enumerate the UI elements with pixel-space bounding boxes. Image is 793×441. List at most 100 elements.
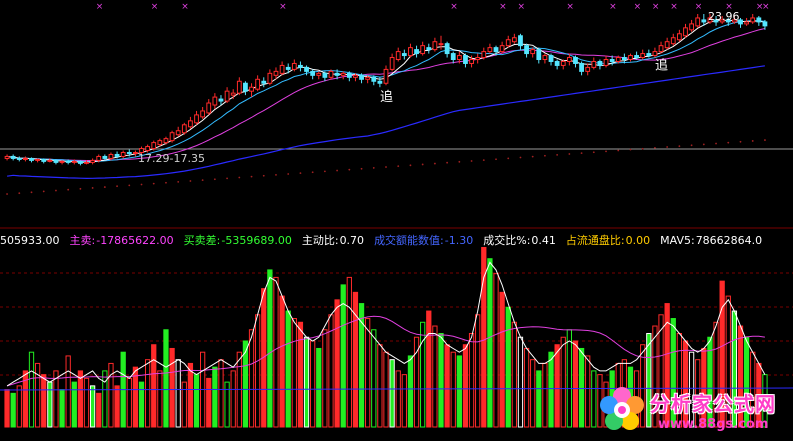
candle-body bbox=[151, 142, 157, 150]
indicator-mav5-label: MAV5: bbox=[660, 234, 695, 247]
candle-body bbox=[304, 66, 309, 72]
signal-marker: × bbox=[151, 2, 159, 12]
candle-body bbox=[615, 57, 621, 62]
long-ma-dot bbox=[287, 173, 290, 175]
chart-canvas[interactable]: 追追17.29-17.3523.96× × × × × × × × × × × × × × ××505933… bbox=[0, 0, 793, 441]
volume-bar bbox=[346, 276, 352, 428]
volume-bar bbox=[169, 347, 175, 428]
volume-bar bbox=[487, 258, 493, 428]
watermark-cn-text: 分析家公式网 bbox=[650, 392, 776, 416]
volume-bar bbox=[41, 374, 47, 428]
candle-body bbox=[481, 51, 487, 59]
volume-bar bbox=[224, 381, 230, 428]
volume-bar bbox=[114, 385, 120, 428]
volume-bar bbox=[193, 374, 200, 428]
candle-body bbox=[652, 51, 658, 57]
indicator-active-ratio-value: 0.70 bbox=[340, 234, 365, 247]
volume-bar bbox=[144, 359, 151, 428]
long-ma-dot bbox=[739, 140, 742, 143]
volume-bar bbox=[303, 336, 310, 428]
volume-bar bbox=[401, 374, 407, 428]
volume-bar bbox=[34, 362, 41, 428]
range-label: 17.29-17.35 bbox=[138, 152, 205, 165]
candle-body bbox=[383, 68, 389, 84]
candle-body bbox=[401, 53, 407, 57]
volume-bar bbox=[426, 310, 432, 428]
signal-marker: × bbox=[652, 2, 660, 12]
candle-body bbox=[133, 151, 138, 154]
volume-bar bbox=[377, 344, 383, 428]
candle-body bbox=[573, 57, 578, 64]
candle-body bbox=[4, 155, 10, 159]
candle-body bbox=[145, 146, 151, 152]
candle-body bbox=[41, 158, 47, 162]
long-ma-dot bbox=[629, 148, 632, 151]
candle-body bbox=[310, 70, 316, 76]
volume-bar bbox=[10, 392, 16, 428]
long-ma-dot bbox=[617, 149, 620, 152]
volume-bar bbox=[175, 359, 181, 428]
candle-body bbox=[511, 37, 517, 43]
volume-bar bbox=[297, 321, 304, 428]
volume-bar bbox=[413, 336, 420, 428]
signal-marker: × bbox=[670, 2, 678, 12]
candle-body bbox=[621, 57, 627, 61]
long-ma-dot bbox=[727, 141, 730, 144]
signal-marker: × bbox=[181, 2, 189, 12]
signal-marker: × bbox=[695, 2, 703, 12]
candle-body bbox=[206, 102, 212, 114]
volume-bar bbox=[248, 329, 255, 428]
volume-bar bbox=[438, 333, 444, 428]
candle-body bbox=[181, 124, 187, 134]
candle-body bbox=[10, 155, 16, 159]
watermark-logo: 分析家公式网 www.88gs.com bbox=[598, 384, 793, 441]
candle-body bbox=[585, 66, 591, 72]
candle-body bbox=[744, 21, 750, 25]
volume-bar bbox=[316, 347, 322, 428]
volume-bar bbox=[420, 321, 426, 428]
candle-body bbox=[518, 35, 523, 47]
volume-bar bbox=[462, 344, 469, 428]
candle-body bbox=[566, 57, 572, 62]
stock-chart-window: 追追 17.29-17.35 23.96 × × × × × × × × × × × × × × × × 505933… bbox=[0, 0, 793, 441]
volume-bar bbox=[548, 351, 554, 428]
volume-bar bbox=[432, 325, 438, 428]
candle-body bbox=[188, 120, 193, 128]
long-ma-dot bbox=[152, 182, 155, 185]
volume-bar bbox=[71, 381, 77, 428]
volume-bar bbox=[340, 284, 346, 428]
candle-body bbox=[328, 70, 334, 78]
candle-body bbox=[444, 43, 450, 55]
candle-body bbox=[126, 151, 132, 154]
candle-body bbox=[579, 62, 584, 72]
candle-body bbox=[35, 158, 41, 161]
indicator-deal-amount-index-value: -1.30 bbox=[445, 234, 473, 247]
long-ma-dot bbox=[299, 172, 302, 175]
signal-marker: × bbox=[450, 2, 458, 12]
long-ma-dot bbox=[213, 178, 216, 181]
volume-bar bbox=[444, 344, 450, 428]
long-ma-dot bbox=[690, 144, 693, 147]
candle-body bbox=[285, 66, 291, 70]
candle-body bbox=[426, 47, 432, 51]
long-ma-dot bbox=[507, 157, 510, 160]
long-ma-dot bbox=[446, 161, 449, 164]
candle-body bbox=[695, 17, 701, 27]
indicator-deal-ratio-pct-value: 0.41 bbox=[531, 234, 556, 247]
volume-bar bbox=[151, 344, 157, 428]
volume-bar bbox=[383, 351, 389, 428]
chase-marker-0: 追 bbox=[380, 89, 393, 105]
long-ma-dot bbox=[372, 167, 375, 169]
volume-bar bbox=[65, 355, 71, 428]
volume-bar bbox=[279, 295, 285, 428]
candle-body bbox=[432, 41, 438, 51]
long-ma-dot bbox=[116, 185, 118, 188]
volume-bar bbox=[255, 314, 261, 428]
volume-bar bbox=[456, 355, 462, 428]
candle-body bbox=[279, 64, 285, 74]
candle-body bbox=[505, 39, 511, 47]
candle-body bbox=[218, 98, 224, 102]
volume-bar bbox=[83, 377, 90, 428]
candle-body bbox=[334, 72, 340, 76]
indicator-float-ratio-label: 占流通盘比: bbox=[566, 233, 625, 247]
